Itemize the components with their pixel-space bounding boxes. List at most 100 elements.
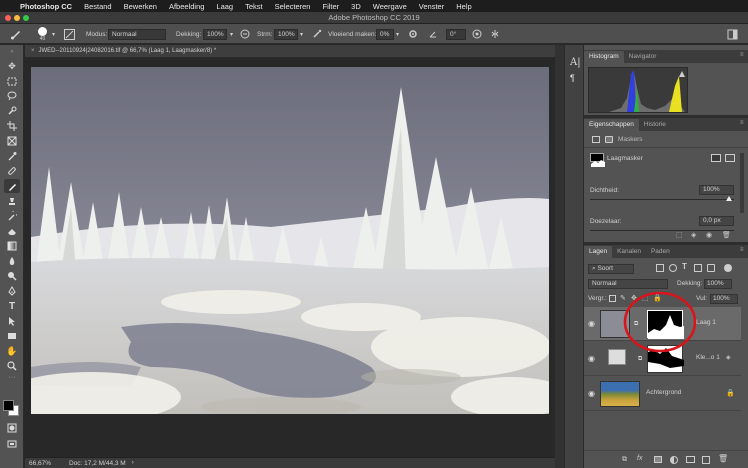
visibility-eye-icon[interactable]: ◉ bbox=[588, 389, 598, 398]
filter-smart-object-icon[interactable] bbox=[707, 264, 715, 272]
menu-help[interactable]: Help bbox=[456, 2, 471, 11]
marquee-tool-icon[interactable] bbox=[4, 74, 20, 88]
menu-photoshop[interactable]: Photoshop CC bbox=[20, 2, 72, 11]
properties-menu-icon[interactable]: ≡ bbox=[740, 120, 744, 126]
blur-tool-icon[interactable] bbox=[4, 254, 20, 268]
new-layer-icon[interactable] bbox=[702, 456, 710, 464]
apply-vector-mask-icon[interactable] bbox=[725, 154, 735, 162]
link-layers-icon[interactable]: ⧉ bbox=[622, 456, 627, 464]
tab-properties[interactable]: Eigenschappen bbox=[584, 119, 639, 131]
opacity-chevron-icon[interactable]: ▾ bbox=[230, 24, 233, 44]
zoom-tool-icon[interactable] bbox=[4, 359, 20, 373]
filter-shape-icon[interactable] bbox=[694, 264, 702, 272]
menu-bestand[interactable]: Bestand bbox=[84, 2, 112, 11]
toolbar-collapse-icon[interactable]: » bbox=[4, 49, 20, 55]
delete-layer-icon[interactable]: 🗑 bbox=[718, 454, 728, 463]
tab-history[interactable]: Historie bbox=[639, 119, 671, 131]
filter-type-icon[interactable]: T bbox=[682, 262, 687, 271]
menu-selecteren[interactable]: Selecteren bbox=[275, 2, 311, 11]
menu-3d[interactable]: 3D bbox=[351, 2, 361, 11]
mode-select[interactable]: Normaal bbox=[108, 28, 166, 40]
flow-chevron-icon[interactable]: ▾ bbox=[300, 24, 303, 44]
select-mask-icon[interactable] bbox=[711, 154, 721, 162]
document-tab[interactable]: × JWED--20110924|24082016.tif @ 66,7% (L… bbox=[25, 45, 555, 58]
smoothing-chevron-icon[interactable]: ▾ bbox=[396, 24, 399, 44]
visibility-eye-icon[interactable]: ◉ bbox=[588, 354, 598, 363]
status-chevron-icon[interactable]: › bbox=[132, 460, 134, 466]
layer-name[interactable]: Laag 1 bbox=[696, 319, 716, 326]
dodge-tool-icon[interactable] bbox=[4, 269, 20, 283]
flow-field[interactable]: 100% bbox=[274, 28, 298, 40]
symmetry-icon[interactable] bbox=[490, 24, 500, 44]
brush-settings-icon[interactable] bbox=[64, 24, 75, 44]
visibility-eye-icon[interactable]: ◉ bbox=[588, 319, 598, 328]
lasso-tool-icon[interactable] bbox=[4, 89, 20, 103]
brush-preset-picker[interactable]: 40 bbox=[38, 24, 47, 44]
foreground-color-swatch-top[interactable] bbox=[3, 400, 14, 411]
feather-field[interactable]: 0,0 px bbox=[699, 216, 734, 226]
menu-tekst[interactable]: Tekst bbox=[245, 2, 263, 11]
move-tool-icon[interactable]: ✥ bbox=[4, 59, 20, 73]
pressure-size-icon[interactable] bbox=[472, 24, 482, 44]
filter-kind-select[interactable]: ⌕ Soort bbox=[588, 264, 634, 274]
more-tools-icon[interactable]: ··· bbox=[4, 374, 20, 381]
lock-transparent-icon[interactable] bbox=[609, 295, 616, 302]
feather-slider-track[interactable] bbox=[590, 230, 734, 231]
screen-mode-icon[interactable] bbox=[4, 437, 20, 451]
pressure-opacity-icon[interactable] bbox=[240, 24, 250, 44]
filter-adjustment-icon[interactable] bbox=[669, 264, 677, 272]
tab-layers[interactable]: Lagen bbox=[584, 246, 613, 258]
layer-opacity-field[interactable]: 100% bbox=[704, 279, 732, 289]
close-document-icon[interactable]: × bbox=[31, 48, 35, 54]
histogram-warning-icon[interactable] bbox=[679, 71, 685, 77]
menu-venster[interactable]: Venster bbox=[419, 2, 444, 11]
pixel-mask-icon[interactable] bbox=[592, 136, 600, 143]
angle-icon[interactable] bbox=[428, 24, 438, 44]
layer-row-background[interactable]: ◉ Achtergrond 🔒 bbox=[584, 377, 741, 411]
document-size[interactable]: Doc: 17,2 M/44,3 M bbox=[69, 460, 126, 467]
character-panel-icon[interactable]: A| bbox=[570, 57, 581, 68]
layer-name[interactable]: Achtergrond bbox=[646, 389, 681, 396]
apply-mask-icon[interactable]: ◈ bbox=[691, 231, 696, 239]
airbrush-icon[interactable] bbox=[312, 24, 322, 44]
tab-histogram[interactable]: Histogram bbox=[584, 51, 624, 63]
workspace-icon[interactable] bbox=[727, 24, 738, 44]
density-field[interactable]: 100% bbox=[699, 185, 734, 195]
disable-mask-eye-icon[interactable]: ◉ bbox=[706, 231, 712, 239]
gradient-tool-icon[interactable] bbox=[4, 239, 20, 253]
brush-picker-chevron-icon[interactable]: ▾ bbox=[52, 24, 55, 44]
crop-tool-icon[interactable] bbox=[4, 119, 20, 133]
brush-tool-active-icon[interactable] bbox=[4, 179, 20, 193]
density-slider-handle[interactable] bbox=[726, 196, 732, 201]
tab-paths[interactable]: Paden bbox=[646, 246, 675, 258]
layer-name[interactable]: Kle...o 1 bbox=[696, 354, 720, 361]
history-brush-tool-icon[interactable] bbox=[4, 209, 20, 223]
path-selection-tool-icon[interactable] bbox=[4, 314, 20, 328]
tab-navigator[interactable]: Navigator bbox=[624, 51, 662, 63]
menu-bewerken[interactable]: Bewerken bbox=[124, 2, 157, 11]
filter-pixel-icon[interactable] bbox=[656, 264, 664, 272]
rectangle-tool-icon[interactable] bbox=[4, 329, 20, 343]
vector-mask-icon[interactable] bbox=[605, 136, 613, 143]
histogram-menu-icon[interactable]: ≡ bbox=[740, 52, 744, 58]
quick-mask-icon[interactable] bbox=[4, 421, 20, 435]
layers-menu-icon[interactable]: ≡ bbox=[740, 247, 744, 253]
add-mask-icon[interactable] bbox=[654, 456, 662, 463]
healing-brush-tool-icon[interactable] bbox=[4, 164, 20, 178]
zoom-level[interactable]: 66,67% bbox=[29, 460, 63, 467]
properties-scrollbar[interactable] bbox=[740, 153, 744, 213]
load-selection-icon[interactable]: ⬚ bbox=[676, 231, 683, 239]
menu-weergave[interactable]: Weergave bbox=[373, 2, 407, 11]
hand-tool-icon[interactable]: ✋ bbox=[4, 344, 20, 358]
clone-stamp-tool-icon[interactable] bbox=[4, 194, 20, 208]
document-image[interactable] bbox=[31, 67, 549, 414]
tab-channels[interactable]: Kanalen bbox=[612, 246, 646, 258]
smoothing-field[interactable]: 0% bbox=[376, 28, 394, 40]
eyedropper-tool-icon[interactable] bbox=[4, 149, 20, 163]
quick-selection-tool-icon[interactable] bbox=[4, 104, 20, 118]
new-group-icon[interactable] bbox=[686, 456, 695, 463]
pen-tool-icon[interactable] bbox=[4, 284, 20, 298]
blend-mode-select[interactable]: Normaal bbox=[588, 279, 668, 289]
menu-filter[interactable]: Filter bbox=[322, 2, 339, 11]
menu-laag[interactable]: Laag bbox=[216, 2, 233, 11]
